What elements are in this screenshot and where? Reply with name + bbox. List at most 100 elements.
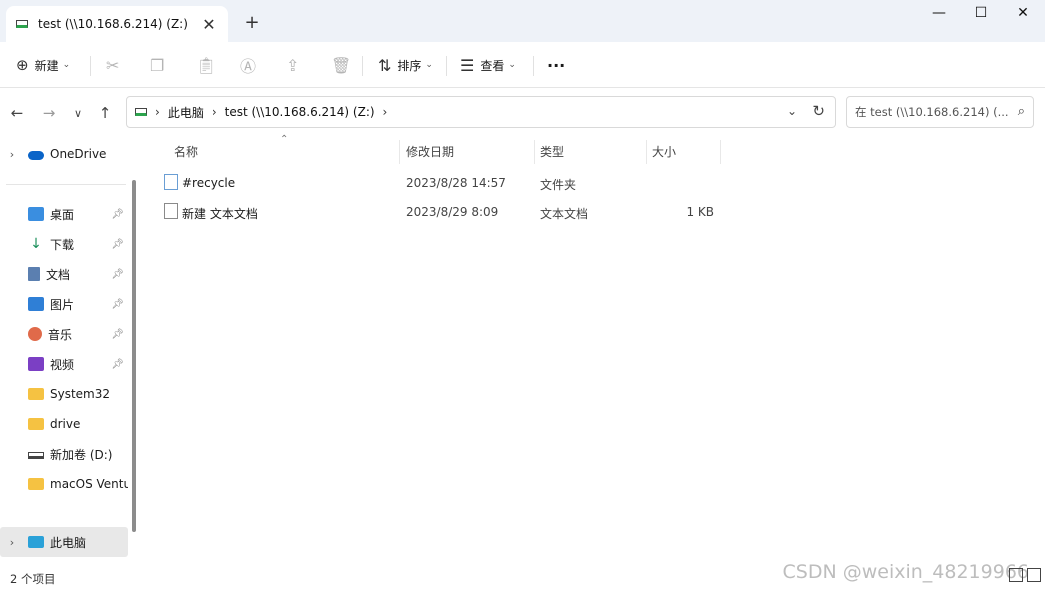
cloud-icon (28, 150, 44, 160)
sidebar-scrollbar[interactable] (132, 180, 136, 532)
sidebar-item-onedrive[interactable]: › OneDrive (0, 139, 128, 169)
sidebar-item-documents[interactable]: 文档 📌︎ (0, 259, 128, 289)
toolbar-divider (90, 56, 91, 76)
address-bar[interactable]: › 此电脑 › test (\\10.168.6.214) (Z:) › ⌄ ↻ (126, 96, 836, 128)
sort-ascending-icon: ⌃ (280, 134, 289, 145)
search-input[interactable]: 在 test (\\10.168.6.214) (... ⌕ (846, 96, 1034, 128)
column-header-type[interactable]: 类型 (540, 136, 564, 166)
text-file-icon (164, 203, 178, 219)
sidebar-item-label: 此电脑 (50, 535, 87, 550)
copy-button[interactable]: ❐ (150, 50, 164, 80)
sidebar-item-system32[interactable]: System32 (0, 379, 128, 409)
file-type: 文本文档 (540, 207, 589, 221)
pin-icon[interactable]: 📌︎ (111, 329, 124, 340)
command-bar: ⊕ 新建 ⌄ ✂ ❐ 📋︎ Ⓐ ⇪ 🗑︎ ⇅ 排序 ⌄ ☰ 查看 ⌄ ··· (0, 42, 1045, 88)
file-row[interactable]: #recycle 2023/8/28 14:57 文件夹 (160, 169, 720, 197)
search-placeholder: 在 test (\\10.168.6.214) (... (855, 105, 1009, 119)
delete-button[interactable]: 🗑︎ (331, 50, 351, 80)
chevron-down-icon: ⌄ (508, 60, 516, 70)
file-row[interactable]: 新建 文本文档 2023/8/29 8:09 文本文档 1 KB (160, 198, 720, 226)
sidebar-item-label: 图片 (50, 297, 75, 312)
pin-icon[interactable]: 📌︎ (111, 359, 124, 370)
plus-circle-icon: ⊕ (16, 56, 29, 74)
computer-icon (28, 536, 44, 548)
column-divider[interactable] (720, 140, 721, 164)
videos-icon (28, 357, 44, 371)
music-icon (28, 327, 42, 341)
tab-title: test (\\10.168.6.214) (Z:) (38, 17, 188, 31)
recycle-folder-icon (164, 174, 178, 190)
sidebar-item-label: 新加卷 (D:) (50, 447, 113, 462)
tab-test-drive[interactable]: test (\\10.168.6.214) (Z:) ✕ (6, 6, 228, 42)
sidebar-item-macos-ventura[interactable]: macOS Ventura (0, 469, 128, 499)
sidebar-item-label: System32 (50, 387, 111, 401)
folder-icon (28, 418, 44, 430)
sidebar-item-desktop[interactable]: 桌面 📌︎ (0, 199, 128, 229)
close-window-button[interactable]: ✕ (1000, 0, 1045, 26)
share-button[interactable]: ⇪ (286, 50, 299, 80)
column-header-name[interactable]: 名称 (174, 136, 198, 166)
paste-button[interactable]: 📋︎ (196, 50, 216, 80)
minimize-button[interactable]: — (916, 0, 962, 26)
view-list-icon: ☰ (460, 55, 475, 75)
address-row: ← → ∨ ↑ › 此电脑 › test (\\10.168.6.214) (Z… (0, 88, 1045, 136)
column-header-size[interactable]: 大小 (652, 136, 676, 166)
details-view-icon[interactable] (1009, 568, 1023, 582)
sidebar-item-downloads[interactable]: ↓ 下载 📌︎ (0, 229, 128, 259)
forward-button[interactable]: → (37, 102, 61, 124)
breadcrumb-test-drive[interactable]: test (\\10.168.6.214) (Z:) (225, 105, 375, 119)
navigation-pane: › OneDrive 桌面 📌︎ ↓ 下载 📌︎ 文档 📌︎ 图片 📌︎ 音乐 … (0, 136, 140, 568)
new-tab-button[interactable]: + (238, 8, 266, 36)
sidebar-item-label: drive (50, 417, 81, 431)
sidebar-item-drive[interactable]: drive (0, 409, 128, 439)
sidebar-item-videos[interactable]: 视频 📌︎ (0, 349, 128, 379)
toolbar-divider (446, 56, 447, 76)
back-button[interactable]: ← (5, 102, 29, 124)
breadcrumb-this-pc[interactable]: 此电脑 (168, 104, 204, 121)
column-divider[interactable] (646, 140, 647, 164)
trash-icon: 🗑︎ (331, 55, 352, 75)
toolbar-divider (533, 56, 534, 76)
up-button[interactable]: ↑ (93, 102, 117, 124)
folder-icon (28, 478, 44, 490)
pin-icon[interactable]: 📌︎ (111, 269, 124, 280)
address-dropdown-icon[interactable]: ⌄ (787, 104, 797, 118)
recent-locations-button[interactable]: ∨ (66, 102, 90, 124)
sidebar-item-volume-d[interactable]: 新加卷 (D:) (0, 439, 128, 469)
rename-button[interactable]: Ⓐ (240, 50, 256, 80)
column-divider[interactable] (399, 140, 400, 164)
breadcrumb-separator: › (211, 105, 217, 119)
new-button[interactable]: ⊕ 新建 ⌄ (16, 50, 70, 80)
search-icon[interactable]: ⌕ (1018, 104, 1025, 119)
file-size: 1 KB (686, 205, 714, 219)
network-drive-icon (135, 108, 147, 116)
refresh-icon[interactable]: ↻ (812, 102, 825, 120)
maximize-button[interactable]: ☐ (958, 0, 1004, 26)
breadcrumb-separator: › (155, 105, 160, 119)
title-bar: test (\\10.168.6.214) (Z:) ✕ + — ☐ ✕ (0, 0, 1045, 42)
pin-icon[interactable]: 📌︎ (111, 239, 124, 250)
view-label: 查看 (480, 58, 505, 73)
more-options-button[interactable]: ··· (547, 50, 565, 80)
sidebar-item-music[interactable]: 音乐 📌︎ (0, 319, 128, 349)
rename-icon: Ⓐ (240, 57, 257, 76)
expand-chevron-icon[interactable]: › (0, 148, 24, 161)
watermark: CSDN @weixin_48219966 (782, 561, 1030, 583)
pin-icon[interactable]: 📌︎ (111, 209, 124, 220)
copy-icon: ❐ (150, 55, 165, 75)
documents-icon (28, 267, 40, 281)
sidebar-item-pictures[interactable]: 图片 📌︎ (0, 289, 128, 319)
tab-close-icon[interactable]: ✕ (196, 11, 222, 37)
pin-icon[interactable]: 📌︎ (111, 299, 124, 310)
column-divider[interactable] (534, 140, 535, 164)
sidebar-item-this-pc[interactable]: › 此电脑 (0, 527, 128, 557)
chevron-down-icon: ⌄ (425, 60, 433, 70)
view-button[interactable]: ☰ 查看 ⌄ (460, 50, 516, 80)
column-header-modified[interactable]: 修改日期 (406, 136, 454, 166)
cut-button[interactable]: ✂ (106, 50, 119, 80)
paste-icon: 📋︎ (196, 55, 217, 75)
tiles-view-icon[interactable] (1027, 568, 1041, 582)
pictures-icon (28, 297, 44, 311)
sort-button[interactable]: ⇅ 排序 ⌄ (378, 50, 433, 80)
expand-chevron-icon[interactable]: › (0, 536, 24, 549)
